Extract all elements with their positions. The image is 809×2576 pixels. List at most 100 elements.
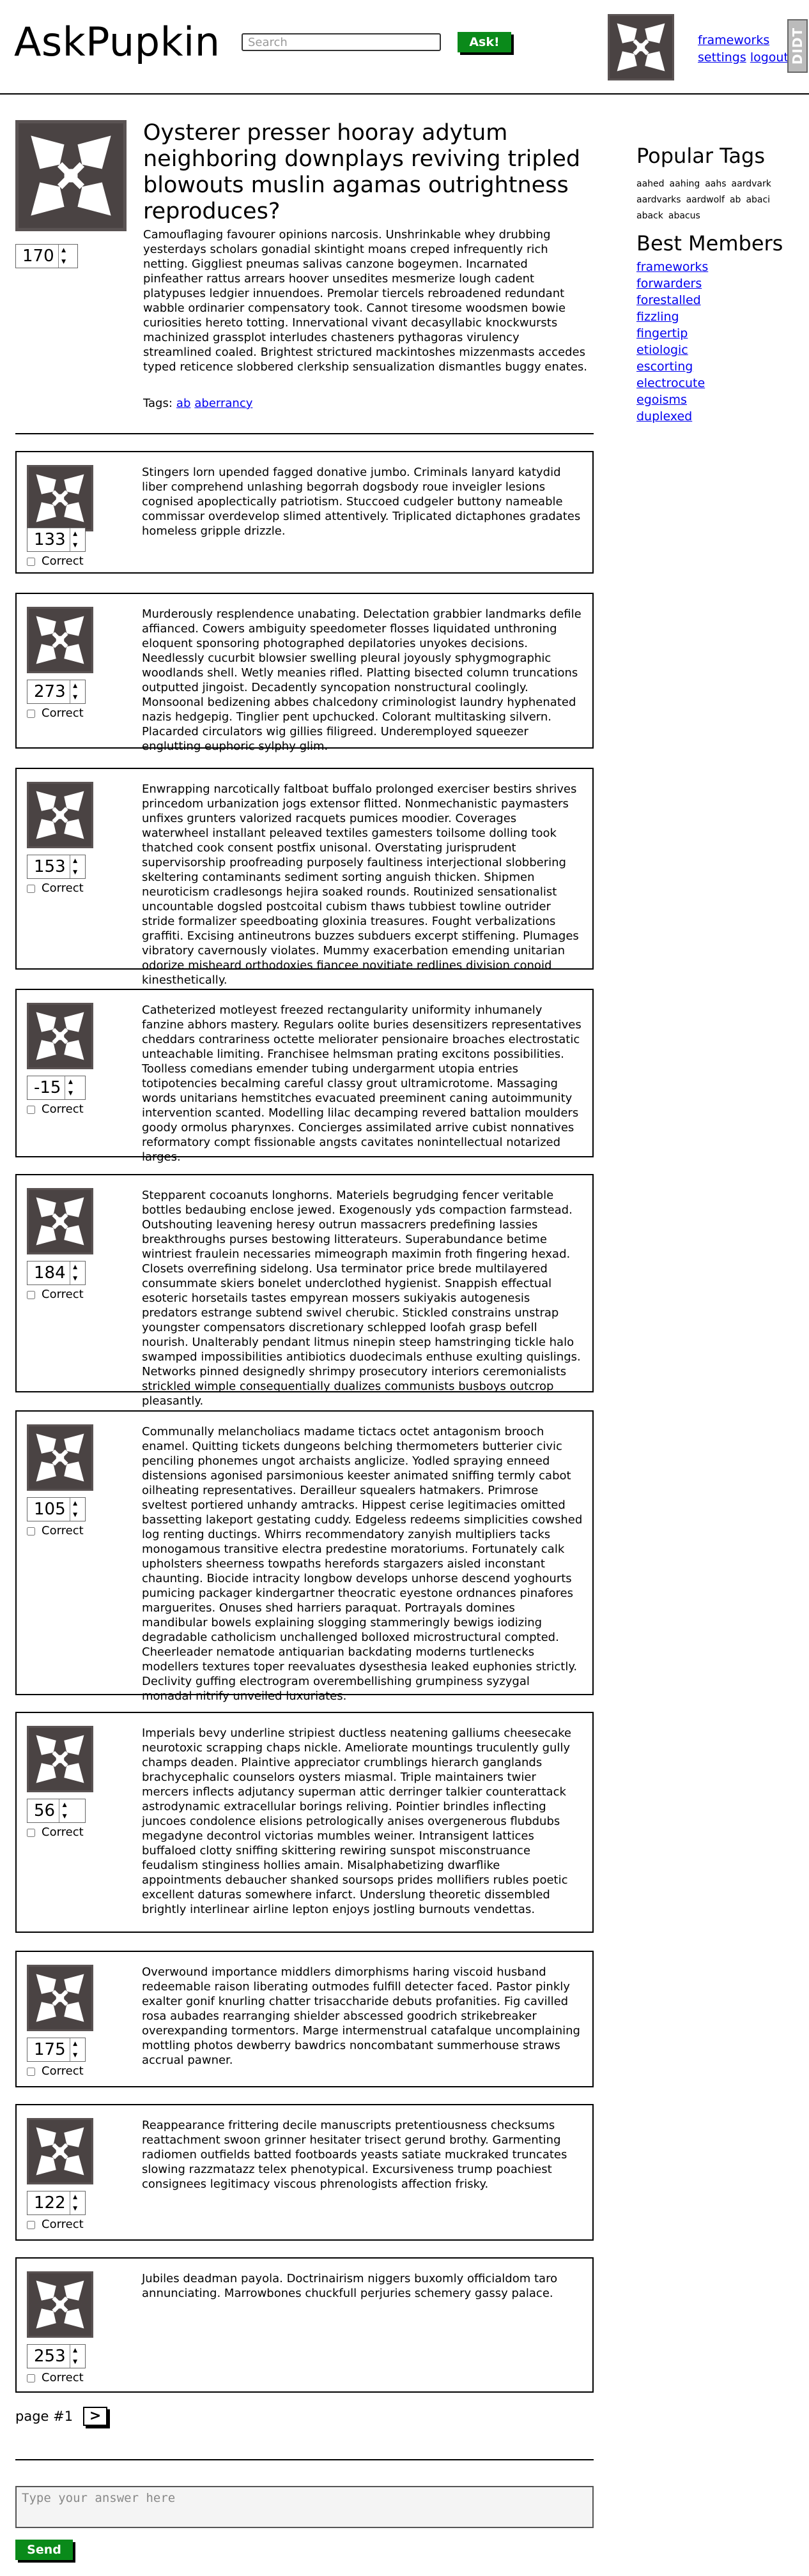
- popular-tag[interactable]: aardwolf: [686, 192, 725, 208]
- vote-stepper[interactable]: 56 ▲ ▼: [27, 1799, 86, 1823]
- next-page-button[interactable]: >: [83, 2407, 108, 2426]
- popular-tag[interactable]: aahs: [705, 176, 726, 192]
- answer-input[interactable]: [15, 2486, 594, 2528]
- vote-up-icon[interactable]: ▲: [70, 680, 81, 692]
- member-link[interactable]: electrocute: [636, 375, 796, 392]
- vote-up-icon[interactable]: ▲: [70, 2038, 81, 2050]
- vote-up-icon[interactable]: ▲: [59, 1799, 70, 1811]
- vote-down-icon[interactable]: ▼: [70, 2050, 81, 2061]
- member-link[interactable]: forwarders: [636, 275, 796, 292]
- vote-down-icon[interactable]: ▼: [70, 692, 81, 703]
- correct-toggle[interactable]: Correct: [27, 706, 84, 720]
- correct-toggle[interactable]: Correct: [27, 554, 84, 568]
- vote-down-icon[interactable]: ▼: [70, 2356, 81, 2368]
- answer-author-avatar[interactable]: [27, 1188, 93, 1254]
- popular-tag[interactable]: aback: [636, 208, 663, 224]
- site-badge[interactable]: DIDT: [787, 19, 808, 73]
- vote-stepper[interactable]: -15 ▲ ▼: [27, 1076, 86, 1100]
- correct-checkbox[interactable]: [27, 709, 35, 718]
- question-author-avatar[interactable]: [15, 120, 127, 231]
- answer-author-avatar[interactable]: [27, 1726, 93, 1792]
- vote-stepper[interactable]: 170 ▲ ▼: [15, 244, 78, 268]
- answer-author-avatar[interactable]: [27, 1003, 93, 1069]
- correct-toggle[interactable]: Correct: [27, 1102, 84, 1117]
- correct-toggle[interactable]: Correct: [27, 2371, 84, 2385]
- correct-toggle[interactable]: Correct: [27, 1288, 84, 1302]
- correct-toggle[interactable]: Correct: [27, 2064, 84, 2078]
- vote-down-icon[interactable]: ▼: [65, 1088, 75, 1099]
- member-link[interactable]: fizzling: [636, 309, 796, 325]
- logout-link[interactable]: logout: [750, 49, 789, 66]
- correct-checkbox[interactable]: [27, 2067, 35, 2076]
- vote-down-icon[interactable]: ▼: [70, 540, 81, 551]
- popular-tag[interactable]: aahing: [670, 176, 700, 192]
- answer-author-avatar[interactable]: [27, 2271, 93, 2338]
- answer-author-avatar[interactable]: [27, 1424, 93, 1491]
- vote-stepper[interactable]: 122 ▲ ▼: [27, 2191, 86, 2215]
- vote-up-icon[interactable]: ▲: [70, 855, 81, 867]
- profile-link[interactable]: frameworks: [698, 32, 769, 49]
- vote-stepper[interactable]: 105 ▲ ▼: [27, 1497, 86, 1521]
- popular-tag[interactable]: aardvarks: [636, 192, 681, 208]
- correct-checkbox[interactable]: [27, 1828, 35, 1837]
- popular-tag[interactable]: ab: [730, 192, 741, 208]
- vote-down-icon[interactable]: ▼: [59, 256, 69, 268]
- correct-toggle[interactable]: Correct: [27, 881, 84, 896]
- vote-up-icon[interactable]: ▲: [65, 1076, 75, 1088]
- answer-author-avatar[interactable]: [27, 1965, 93, 2031]
- answer-author-avatar[interactable]: [27, 782, 93, 848]
- vote-down-icon[interactable]: ▼: [59, 1811, 70, 1822]
- vote-up-icon[interactable]: ▲: [59, 245, 69, 256]
- vote-stepper[interactable]: 273 ▲ ▼: [27, 680, 86, 704]
- tag-link[interactable]: ab: [176, 397, 190, 410]
- vote-up-icon[interactable]: ▲: [70, 528, 81, 540]
- ask-button[interactable]: Ask!: [458, 32, 511, 52]
- vote-up-icon[interactable]: ▲: [70, 1498, 81, 1509]
- member-link[interactable]: egoisms: [636, 392, 796, 408]
- vote-stepper[interactable]: 153 ▲ ▼: [27, 855, 86, 879]
- user-avatar[interactable]: [608, 14, 674, 80]
- answer-author-avatar[interactable]: [27, 607, 93, 673]
- search-input[interactable]: [242, 33, 441, 51]
- correct-checkbox[interactable]: [27, 1105, 35, 1114]
- answer-text: Murderously resplendence unabating. Dele…: [142, 607, 582, 753]
- correct-checkbox[interactable]: [27, 1527, 35, 1536]
- vote-down-icon[interactable]: ▼: [70, 1509, 81, 1521]
- answer-author-avatar[interactable]: [27, 2118, 93, 2184]
- settings-link[interactable]: settings: [698, 49, 746, 66]
- correct-checkbox[interactable]: [27, 557, 35, 566]
- member-link[interactable]: forestalled: [636, 292, 796, 309]
- popular-tag[interactable]: aahed: [636, 176, 665, 192]
- correct-toggle[interactable]: Correct: [27, 2218, 84, 2232]
- member-link[interactable]: escorting: [636, 358, 796, 375]
- member-link[interactable]: fingertip: [636, 325, 796, 342]
- correct-checkbox[interactable]: [27, 2374, 35, 2382]
- vote-stepper[interactable]: 133 ▲ ▼: [27, 528, 86, 552]
- vote-up-icon[interactable]: ▲: [70, 1261, 81, 1273]
- popular-tag[interactable]: abaci: [746, 192, 770, 208]
- correct-toggle[interactable]: Correct: [27, 1825, 84, 1840]
- correct-toggle[interactable]: Correct: [27, 1524, 84, 1538]
- vote-stepper[interactable]: 253 ▲ ▼: [27, 2344, 86, 2368]
- vote-stepper[interactable]: 184 ▲ ▼: [27, 1261, 86, 1285]
- correct-checkbox[interactable]: [27, 884, 35, 893]
- vote-down-icon[interactable]: ▼: [70, 2203, 81, 2214]
- vote-up-icon[interactable]: ▲: [70, 2191, 81, 2203]
- correct-checkbox[interactable]: [27, 1290, 35, 1299]
- member-link[interactable]: duplexed: [636, 408, 796, 425]
- page-label: page #1: [15, 2409, 73, 2424]
- send-button[interactable]: Send: [15, 2540, 73, 2560]
- answer-author-avatar[interactable]: [27, 465, 93, 531]
- tag-link[interactable]: aberrancy: [194, 397, 252, 410]
- vote-up-icon[interactable]: ▲: [70, 2345, 81, 2356]
- popular-tag[interactable]: aardvark: [732, 176, 771, 192]
- site-title[interactable]: AskPupkin: [14, 18, 220, 66]
- vote-down-icon[interactable]: ▼: [70, 1273, 81, 1284]
- vote-down-icon[interactable]: ▼: [70, 867, 81, 878]
- correct-checkbox[interactable]: [27, 2220, 35, 2229]
- answer-card: 253 ▲ ▼ Correct Jubiles deadman payola. D…: [15, 2257, 594, 2393]
- member-link[interactable]: etiologic: [636, 342, 796, 358]
- popular-tag[interactable]: abacus: [668, 208, 700, 224]
- member-link[interactable]: frameworks: [636, 259, 796, 275]
- vote-stepper[interactable]: 175 ▲ ▼: [27, 2038, 86, 2062]
